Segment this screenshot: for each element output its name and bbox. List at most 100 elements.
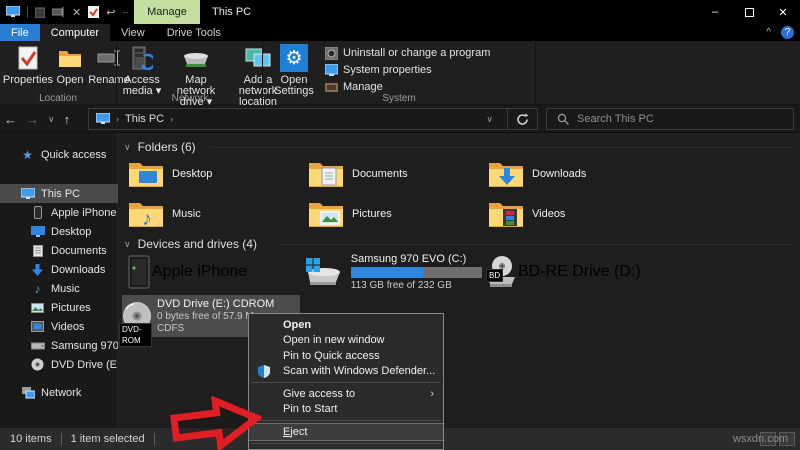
refresh-icon[interactable] — [516, 113, 529, 126]
this-pc-icon — [6, 6, 20, 17]
sidebar-item-downloads[interactable]: Downloads — [0, 260, 118, 279]
drive-tile-bdre[interactable]: BD BD-RE Drive (D:) — [484, 251, 662, 293]
sidebar-label: Music — [51, 282, 80, 295]
crumb-separator-icon[interactable]: › — [170, 114, 173, 124]
ribbon: Properties Open Rename Location Access m… — [0, 41, 800, 108]
sidebar-item-documents[interactable]: Documents — [0, 241, 118, 260]
folder-tile-downloads[interactable]: Downloads — [486, 155, 662, 193]
tab-drive-tools[interactable]: Drive Tools — [156, 24, 232, 41]
folder-tile-desktop[interactable]: Desktop — [126, 155, 302, 193]
system-properties-button[interactable]: System properties — [325, 63, 490, 77]
sidebar-item-dvd-drive[interactable]: DVD Drive (E:) CDROM — [0, 355, 118, 374]
sidebar-item-network[interactable]: Network — [0, 383, 118, 402]
up-icon[interactable]: ↑ — [64, 112, 71, 127]
folder-label: Videos — [532, 208, 566, 220]
uninstall-button[interactable]: Uninstall or change a program — [325, 46, 490, 60]
search-input[interactable]: Search This PC — [546, 108, 794, 130]
submenu-arrow-icon: › — [430, 387, 434, 400]
sidebar-label: Apple iPhone — [51, 206, 117, 219]
breadcrumb-root[interactable]: This PC — [125, 113, 164, 125]
properties-button[interactable]: Properties — [2, 43, 54, 86]
breadcrumb[interactable]: › This PC › ∨ — [88, 108, 538, 130]
sidebar-item-videos[interactable]: Videos — [0, 317, 118, 336]
sidebar-item-pictures[interactable]: Pictures — [0, 298, 118, 317]
menu-separator — [251, 382, 441, 383]
customize-toolbar-icon[interactable]: ·· — [122, 7, 128, 17]
folder-tile-documents[interactable]: Documents — [306, 155, 482, 193]
tab-computer[interactable]: Computer — [39, 24, 111, 41]
folders-header-label: Folders (6) — [137, 140, 196, 154]
music-note-icon: ♪ — [34, 281, 41, 296]
section-divider — [210, 147, 792, 148]
access-media-button[interactable]: Access media ▾ — [118, 43, 166, 97]
folder-tile-music[interactable]: ♪ Music — [126, 195, 302, 233]
sidebar-label: Network — [41, 386, 82, 399]
folders-section-header[interactable]: ∨ Folders (6) — [124, 140, 196, 154]
desktop-icon — [30, 224, 45, 239]
settings-gear-icon: ⚙ — [280, 44, 308, 72]
section-divider — [278, 244, 792, 245]
recent-locations-icon[interactable]: ∨ — [48, 114, 55, 125]
help-icon[interactable]: ? — [781, 26, 794, 39]
open-settings-button[interactable]: ⚙ Open Settings — [269, 43, 319, 97]
bdre-drive-icon: BD — [484, 255, 518, 289]
tab-file[interactable]: File — [0, 24, 40, 41]
folder-tile-pictures[interactable]: Pictures — [306, 195, 482, 233]
drive-tile-samsung-ssd[interactable]: Samsung 970 EVO (C:) 113 GB free of 232 … — [304, 248, 482, 296]
menu-item-give-access[interactable]: Give access to › — [249, 386, 443, 402]
menu-label: Pin to Start — [283, 403, 338, 416]
menu-item-pin-quick-access[interactable]: Pin to Quick access — [249, 348, 443, 364]
menu-item-open-new-window[interactable]: Open in new window — [249, 333, 443, 349]
menu-label: Eject — [283, 425, 308, 438]
back-icon[interactable]: ← — [4, 112, 17, 127]
drive-tile-apple-iphone[interactable]: Apple iPhone — [126, 251, 304, 293]
address-divider — [507, 109, 508, 129]
menu-label: Open in new window — [283, 334, 385, 347]
content-pane: ∨ Folders (6) Desktop Documents Download… — [118, 133, 800, 427]
folder-tile-videos[interactable]: Videos — [486, 195, 662, 233]
rename-tool-icon[interactable] — [52, 7, 65, 17]
manage-button[interactable]: Manage — [325, 80, 490, 94]
open-button[interactable]: Open — [54, 43, 86, 86]
group-label-network: Network — [171, 93, 209, 104]
menu-separator — [251, 420, 441, 421]
menu-label: Open — [283, 318, 312, 331]
system-properties-icon — [325, 63, 338, 76]
downloads-folder-icon — [486, 160, 526, 188]
menu-item-scan-defender[interactable]: Scan with Windows Defender... — [249, 364, 443, 380]
delete-tool-icon[interactable]: ✕ — [72, 6, 81, 19]
sidebar-item-quick-access[interactable]: ★ Quick access — [0, 145, 118, 164]
drives-section-header[interactable]: ∨ Devices and drives (4) — [124, 237, 257, 251]
forward-icon[interactable]: → — [26, 112, 39, 127]
ribbon-group-location: Properties Open Rename Location — [0, 41, 130, 105]
properties-tool-icon[interactable] — [88, 6, 100, 18]
drive-label: DVD Drive (E:) CDROM — [157, 298, 275, 310]
sidebar-item-desktop[interactable]: Desktop — [0, 222, 118, 241]
collapse-ribbon-icon[interactable]: ^ — [766, 27, 771, 38]
disk-usage-fill — [350, 267, 424, 278]
maximize-button[interactable] — [732, 0, 766, 24]
manage-contextual-tab[interactable]: Manage — [134, 0, 200, 24]
address-dropdown-icon[interactable]: ∨ — [486, 114, 493, 125]
phone-icon — [30, 205, 45, 220]
sidebar-item-apple-iphone[interactable]: Apple iPhone — [0, 203, 118, 222]
sidebar-label: Documents — [51, 244, 107, 257]
menu-item-open[interactable]: Open — [249, 317, 443, 333]
group-label-system: System — [382, 93, 416, 104]
sidebar-item-this-pc[interactable]: This PC — [0, 184, 118, 203]
tab-view[interactable]: View — [110, 24, 156, 41]
menu-item-pin-start[interactable]: Pin to Start — [249, 402, 443, 418]
chevron-down-icon: ∨ — [124, 141, 131, 152]
folder-tool-icon[interactable] — [35, 7, 45, 18]
window-controls: – ✕ — [698, 0, 800, 24]
sidebar-item-music[interactable]: ♪ Music — [0, 279, 118, 298]
minimize-button[interactable]: – — [698, 0, 732, 24]
close-button[interactable]: ✕ — [766, 0, 800, 24]
menu-item-copy[interactable]: Copy — [249, 447, 443, 449]
apple-iphone-icon — [126, 255, 152, 289]
undo-icon[interactable]: ↩ — [106, 6, 115, 19]
disc-icon — [30, 357, 45, 372]
title-bar: ✕ ↩ ·· Manage This PC – ✕ — [0, 0, 800, 24]
sidebar-item-samsung-ssd[interactable]: Samsung 970 EVO (C:) — [0, 336, 118, 355]
menu-item-eject[interactable]: Eject — [249, 423, 443, 441]
